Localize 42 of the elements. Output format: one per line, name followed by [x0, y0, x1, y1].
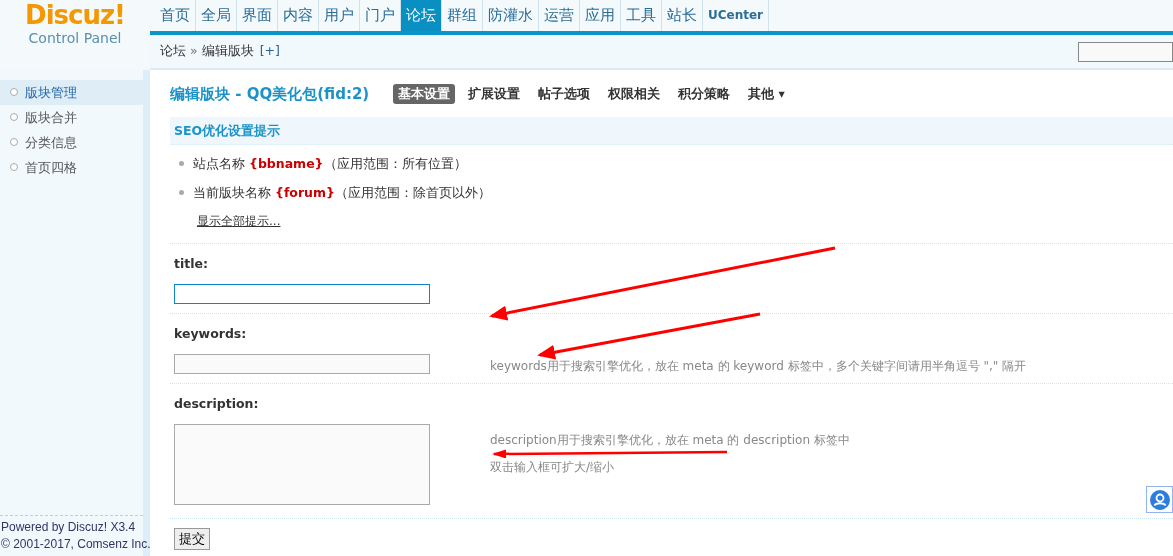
tab[interactable]: 权限相关	[603, 83, 666, 105]
breadcrumb-separator: »	[190, 42, 198, 61]
tab[interactable]: 其他 ▾	[743, 83, 790, 105]
tab[interactable]: 积分策略	[673, 83, 736, 105]
footer-text: Powered by Discuz! X3.4	[1, 519, 136, 536]
add-link[interactable]: [+]	[259, 42, 280, 61]
hint-text: 双击输入框可扩大/缩小	[490, 459, 616, 475]
tab[interactable]: 帖子选项	[533, 83, 596, 105]
bullet-icon	[179, 190, 184, 195]
input-field[interactable]	[174, 284, 430, 304]
tab[interactable]: 基本设置	[393, 83, 456, 105]
bullet-icon	[10, 138, 18, 146]
tip-text: 站点名称 {bbname}（应用范围：所有位置）	[193, 156, 467, 171]
breadcrumb-link[interactable]: 论坛	[160, 42, 186, 61]
nav-tab[interactable]: 论坛	[401, 0, 442, 31]
breadcrumb-item: 编辑版块	[201, 42, 254, 61]
submit-button[interactable]: 提交	[174, 528, 210, 550]
section-heading: SEO优化设置提示	[170, 117, 1173, 145]
input-field[interactable]	[174, 354, 430, 374]
page-title: 编辑版块 - QQ美化包(fid:2)	[170, 83, 370, 105]
field-label: description:	[174, 395, 260, 413]
bullet-icon	[10, 88, 18, 96]
sidebar-item[interactable]: 版块合并	[0, 105, 143, 130]
sidebar-item[interactable]: 首页四格	[0, 155, 143, 180]
hint-text: description用于搜索引擎优化，放在 meta 的 description 标签中	[490, 432, 850, 448]
bullet-icon	[10, 163, 18, 171]
tip-text: 当前版块名称 {forum}（应用范围：除首页以外）	[193, 185, 491, 200]
bullet-icon	[179, 161, 184, 166]
logo: Discuz!	[24, 0, 126, 30]
sidebar-item[interactable]: 版块管理	[0, 80, 143, 105]
sidebar-item[interactable]: 分类信息	[0, 130, 143, 155]
logo-subtitle: Control Panel	[27, 30, 123, 46]
footer-text: © 2001-2017, Comsenz Inc.	[1, 536, 151, 553]
textarea-field[interactable]	[174, 424, 430, 505]
person-icon[interactable]	[1146, 486, 1173, 513]
search-field[interactable]	[1078, 41, 1173, 62]
bullet-icon	[10, 113, 18, 121]
field-label: title:	[174, 255, 209, 273]
hint-text: keywords用于搜索引擎优化，放在 meta 的 keyword 标签中，多个关键字间请用半角逗号 "," 隔开	[490, 358, 1027, 375]
tab[interactable]: 扩展设置	[463, 83, 526, 105]
show-all-link[interactable]: 显示全部提示...	[197, 214, 281, 228]
field-label: keywords:	[174, 325, 248, 343]
